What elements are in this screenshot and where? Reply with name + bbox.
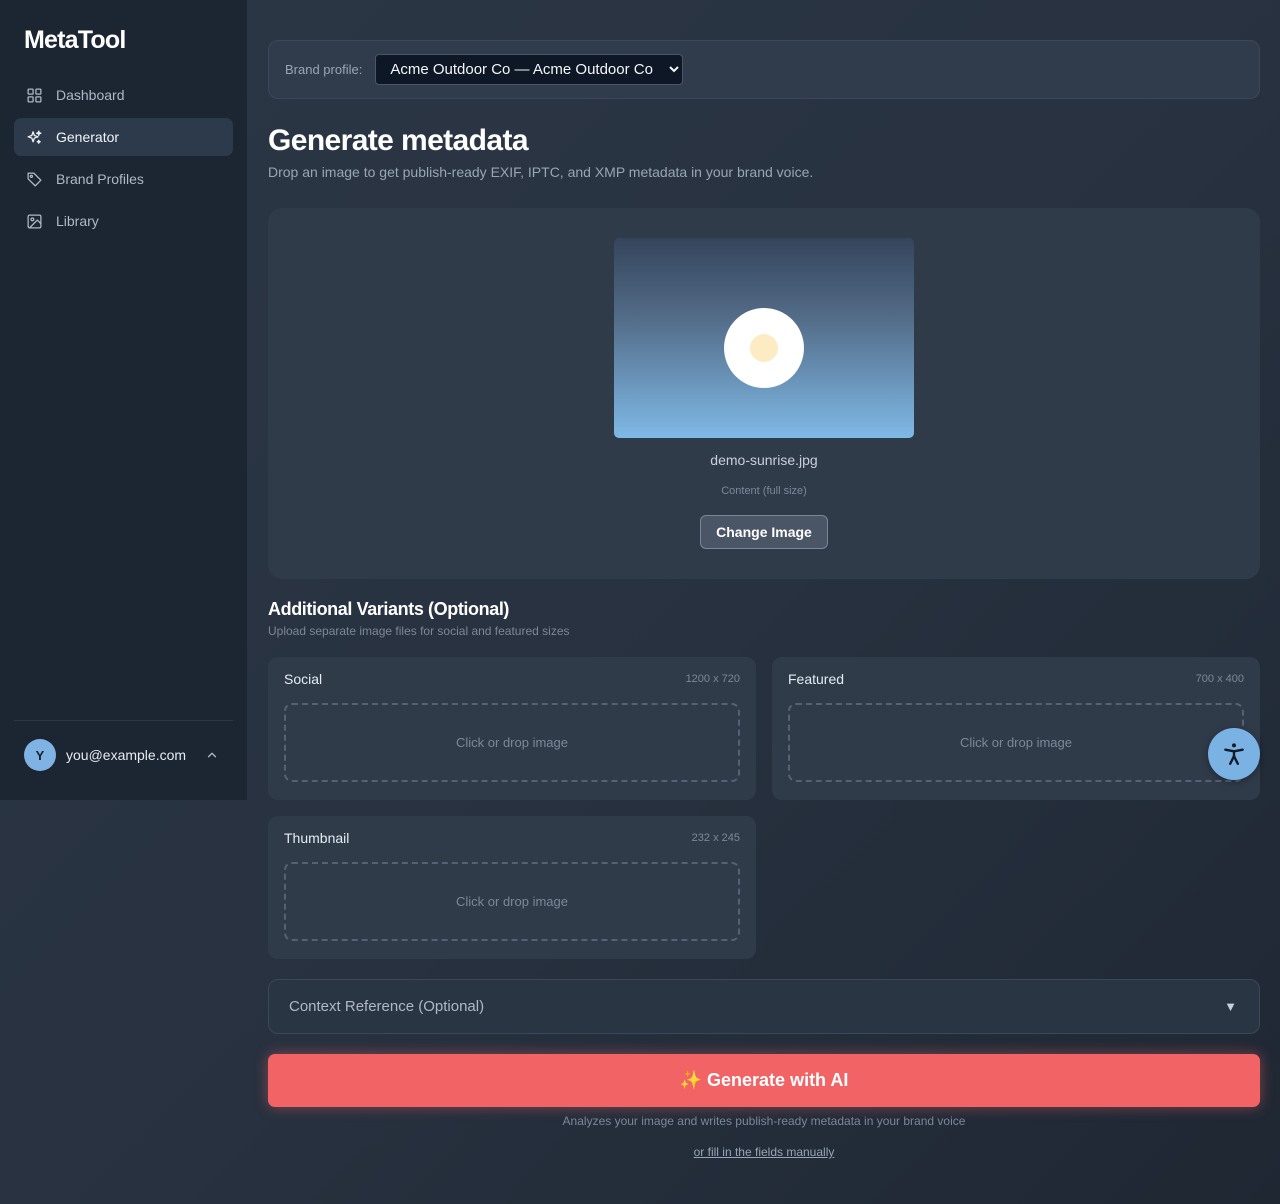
accessibility-button[interactable]	[1208, 728, 1260, 780]
page-title: Generate metadata	[268, 124, 529, 157]
variants-title: Additional Variants (Optional)	[268, 599, 510, 619]
sidebar-item-dashboard[interactable]: Dashboard	[14, 76, 233, 114]
context-reference-toggle[interactable]: Context Reference (Optional) ▼	[268, 979, 1260, 1034]
file-name: demo-sunrise.jpg	[710, 452, 818, 468]
brand-profile-select[interactable]: Acme Outdoor Co — Acme Outdoor Co	[375, 54, 684, 85]
chevron-up-icon[interactable]	[205, 748, 219, 762]
context-reference-label: Context Reference (Optional)	[289, 998, 485, 1015]
sparkle-icon	[27, 129, 42, 144]
sidebar-item-label: Dashboard	[56, 87, 125, 103]
brand-profile-label: Brand profile:	[285, 62, 363, 77]
variants-grid: Social 1200 x 720 Click or drop image Fe…	[268, 657, 1260, 959]
variant-size: 232 x 245	[691, 832, 740, 844]
sidebar-footer: Y you@example.com	[14, 720, 233, 789]
sun-graphic	[724, 308, 804, 388]
image-upload-card[interactable]: demo-sunrise.jpg Content (full size) Cha…	[268, 208, 1260, 579]
sun-core	[750, 334, 778, 362]
variants-subtitle: Upload separate image files for social a…	[268, 624, 570, 638]
tag-icon	[27, 171, 42, 187]
page-subtitle: Drop an image to get publish-ready EXIF,…	[268, 164, 814, 180]
dropzone-social[interactable]: Click or drop image	[284, 703, 740, 782]
variant-card-social: Social 1200 x 720 Click or drop image	[268, 657, 756, 800]
variant-size: 1200 x 720	[685, 673, 740, 685]
sidebar-item-library[interactable]: Library	[14, 202, 233, 240]
sidebar-item-label: Library	[56, 213, 99, 229]
generate-with-ai-button[interactable]: ✨ Generate with AI	[268, 1054, 1260, 1107]
variant-card-featured: Featured 700 x 400 Click or drop image	[772, 657, 1260, 800]
fill-manually-link[interactable]: or fill in the fields manually	[679, 1145, 849, 1159]
sidebar-item-generator[interactable]: Generator	[14, 118, 233, 156]
generate-note: Analyzes your image and writes publish-r…	[562, 1114, 966, 1128]
main-content: Brand profile: Acme Outdoor Co — Acme Ou…	[268, 40, 1260, 1159]
content-size-tag: Content (full size)	[721, 485, 807, 497]
triangle-down-icon: ▼	[1224, 999, 1237, 1014]
variant-name: Social	[284, 671, 323, 687]
dropzone-featured[interactable]: Click or drop image	[788, 703, 1244, 782]
sidebar-item-label: Generator	[56, 129, 120, 145]
avatar: Y	[24, 739, 56, 771]
grid-icon	[27, 87, 42, 103]
app-logo: MetaTool	[24, 26, 126, 54]
sidebar-nav: Dashboard Generator Brand Profiles Libra…	[14, 76, 233, 244]
variant-card-thumbnail: Thumbnail 232 x 245 Click or drop image	[268, 816, 756, 959]
sidebar-item-brand-profiles[interactable]: Brand Profiles	[14, 160, 233, 198]
variant-size: 700 x 400	[1195, 673, 1244, 685]
change-image-button[interactable]: Change Image	[700, 515, 828, 549]
user-menu[interactable]: Y you@example.com	[14, 721, 233, 789]
variant-name: Featured	[788, 671, 845, 687]
dropzone-thumbnail[interactable]: Click or drop image	[284, 862, 740, 941]
accessibility-icon	[1224, 743, 1244, 765]
brand-profile-bar: Brand profile: Acme Outdoor Co — Acme Ou…	[268, 40, 1260, 99]
user-email: you@example.com	[66, 747, 187, 763]
image-icon	[27, 213, 42, 229]
sidebar: MetaTool Dashboard Generator Brand Profi…	[0, 0, 247, 800]
variant-name: Thumbnail	[284, 830, 350, 846]
image-preview	[614, 238, 914, 438]
sidebar-item-label: Brand Profiles	[56, 171, 144, 187]
